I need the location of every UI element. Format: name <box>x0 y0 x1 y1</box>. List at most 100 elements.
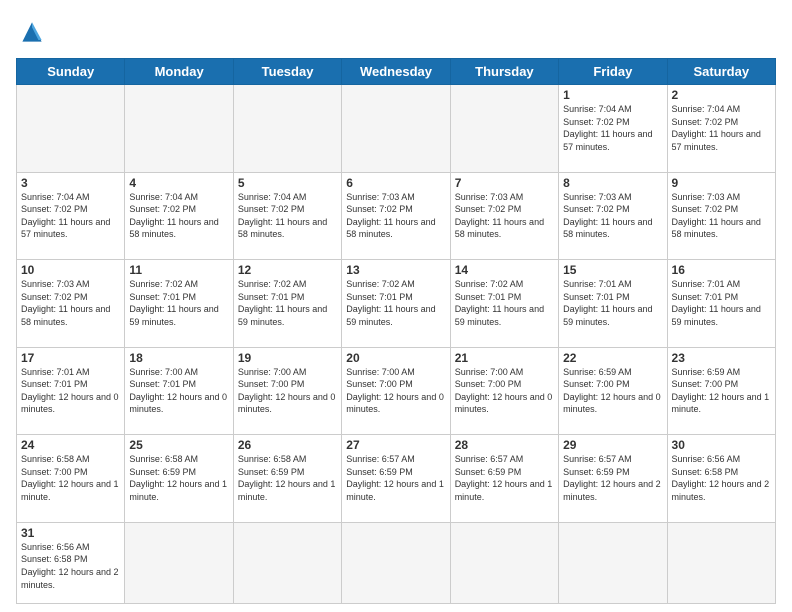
calendar-cell: 4Sunrise: 7:04 AM Sunset: 7:02 PM Daylig… <box>125 172 233 260</box>
calendar-cell <box>450 522 558 603</box>
weekday-header-tuesday: Tuesday <box>233 59 341 85</box>
calendar-cell <box>17 85 125 173</box>
calendar-cell: 14Sunrise: 7:02 AM Sunset: 7:01 PM Dayli… <box>450 260 558 348</box>
day-info: Sunrise: 7:03 AM Sunset: 7:02 PM Dayligh… <box>563 191 662 241</box>
day-number: 31 <box>21 526 120 540</box>
day-info: Sunrise: 7:03 AM Sunset: 7:02 PM Dayligh… <box>21 278 120 328</box>
day-number: 3 <box>21 176 120 190</box>
day-info: Sunrise: 7:02 AM Sunset: 7:01 PM Dayligh… <box>129 278 228 328</box>
calendar-cell: 24Sunrise: 6:58 AM Sunset: 7:00 PM Dayli… <box>17 435 125 523</box>
calendar-cell: 23Sunrise: 6:59 AM Sunset: 7:00 PM Dayli… <box>667 347 775 435</box>
day-info: Sunrise: 7:00 AM Sunset: 7:00 PM Dayligh… <box>346 366 445 416</box>
calendar-cell <box>233 85 341 173</box>
day-number: 19 <box>238 351 337 365</box>
day-info: Sunrise: 7:00 AM Sunset: 7:01 PM Dayligh… <box>129 366 228 416</box>
day-number: 24 <box>21 438 120 452</box>
day-number: 11 <box>129 263 228 277</box>
day-info: Sunrise: 7:03 AM Sunset: 7:02 PM Dayligh… <box>455 191 554 241</box>
calendar-cell: 11Sunrise: 7:02 AM Sunset: 7:01 PM Dayli… <box>125 260 233 348</box>
calendar-cell: 17Sunrise: 7:01 AM Sunset: 7:01 PM Dayli… <box>17 347 125 435</box>
calendar-cell: 3Sunrise: 7:04 AM Sunset: 7:02 PM Daylig… <box>17 172 125 260</box>
day-info: Sunrise: 6:57 AM Sunset: 6:59 PM Dayligh… <box>563 453 662 503</box>
calendar-cell: 21Sunrise: 7:00 AM Sunset: 7:00 PM Dayli… <box>450 347 558 435</box>
day-number: 18 <box>129 351 228 365</box>
calendar-cell: 27Sunrise: 6:57 AM Sunset: 6:59 PM Dayli… <box>342 435 450 523</box>
day-number: 20 <box>346 351 445 365</box>
calendar-cell <box>342 85 450 173</box>
day-number: 26 <box>238 438 337 452</box>
day-number: 5 <box>238 176 337 190</box>
day-number: 30 <box>672 438 771 452</box>
day-number: 23 <box>672 351 771 365</box>
day-info: Sunrise: 7:02 AM Sunset: 7:01 PM Dayligh… <box>346 278 445 328</box>
day-number: 28 <box>455 438 554 452</box>
calendar-cell: 13Sunrise: 7:02 AM Sunset: 7:01 PM Dayli… <box>342 260 450 348</box>
day-number: 4 <box>129 176 228 190</box>
calendar-cell: 31Sunrise: 6:56 AM Sunset: 6:58 PM Dayli… <box>17 522 125 603</box>
calendar-cell: 9Sunrise: 7:03 AM Sunset: 7:02 PM Daylig… <box>667 172 775 260</box>
calendar-table: SundayMondayTuesdayWednesdayThursdayFrid… <box>16 58 776 604</box>
calendar-cell: 15Sunrise: 7:01 AM Sunset: 7:01 PM Dayli… <box>559 260 667 348</box>
day-info: Sunrise: 6:58 AM Sunset: 6:59 PM Dayligh… <box>238 453 337 503</box>
day-number: 12 <box>238 263 337 277</box>
calendar-cell <box>667 522 775 603</box>
calendar-cell: 18Sunrise: 7:00 AM Sunset: 7:01 PM Dayli… <box>125 347 233 435</box>
day-info: Sunrise: 6:58 AM Sunset: 6:59 PM Dayligh… <box>129 453 228 503</box>
day-number: 14 <box>455 263 554 277</box>
day-number: 1 <box>563 88 662 102</box>
day-number: 6 <box>346 176 445 190</box>
calendar-cell <box>233 522 341 603</box>
day-info: Sunrise: 7:04 AM Sunset: 7:02 PM Dayligh… <box>672 103 771 153</box>
day-info: Sunrise: 6:59 AM Sunset: 7:00 PM Dayligh… <box>672 366 771 416</box>
day-number: 13 <box>346 263 445 277</box>
page: SundayMondayTuesdayWednesdayThursdayFrid… <box>0 0 792 612</box>
day-info: Sunrise: 7:01 AM Sunset: 7:01 PM Dayligh… <box>672 278 771 328</box>
day-info: Sunrise: 7:02 AM Sunset: 7:01 PM Dayligh… <box>238 278 337 328</box>
day-info: Sunrise: 7:04 AM Sunset: 7:02 PM Dayligh… <box>129 191 228 241</box>
day-info: Sunrise: 7:04 AM Sunset: 7:02 PM Dayligh… <box>238 191 337 241</box>
weekday-header-thursday: Thursday <box>450 59 558 85</box>
day-info: Sunrise: 6:56 AM Sunset: 6:58 PM Dayligh… <box>21 541 120 591</box>
day-number: 27 <box>346 438 445 452</box>
day-info: Sunrise: 7:03 AM Sunset: 7:02 PM Dayligh… <box>346 191 445 241</box>
weekday-header-sunday: Sunday <box>17 59 125 85</box>
day-info: Sunrise: 6:57 AM Sunset: 6:59 PM Dayligh… <box>346 453 445 503</box>
calendar-cell: 2Sunrise: 7:04 AM Sunset: 7:02 PM Daylig… <box>667 85 775 173</box>
logo <box>16 16 52 48</box>
day-number: 16 <box>672 263 771 277</box>
day-info: Sunrise: 7:00 AM Sunset: 7:00 PM Dayligh… <box>238 366 337 416</box>
calendar-cell <box>125 85 233 173</box>
calendar-cell: 8Sunrise: 7:03 AM Sunset: 7:02 PM Daylig… <box>559 172 667 260</box>
calendar-cell: 20Sunrise: 7:00 AM Sunset: 7:00 PM Dayli… <box>342 347 450 435</box>
generalblue-logo-icon <box>16 16 48 48</box>
calendar-cell: 30Sunrise: 6:56 AM Sunset: 6:58 PM Dayli… <box>667 435 775 523</box>
calendar-cell: 29Sunrise: 6:57 AM Sunset: 6:59 PM Dayli… <box>559 435 667 523</box>
calendar-cell: 28Sunrise: 6:57 AM Sunset: 6:59 PM Dayli… <box>450 435 558 523</box>
day-number: 10 <box>21 263 120 277</box>
calendar-cell: 25Sunrise: 6:58 AM Sunset: 6:59 PM Dayli… <box>125 435 233 523</box>
calendar-cell: 26Sunrise: 6:58 AM Sunset: 6:59 PM Dayli… <box>233 435 341 523</box>
day-info: Sunrise: 7:04 AM Sunset: 7:02 PM Dayligh… <box>21 191 120 241</box>
calendar-cell: 7Sunrise: 7:03 AM Sunset: 7:02 PM Daylig… <box>450 172 558 260</box>
weekday-header-wednesday: Wednesday <box>342 59 450 85</box>
weekday-header-friday: Friday <box>559 59 667 85</box>
calendar-cell <box>342 522 450 603</box>
calendar-cell: 19Sunrise: 7:00 AM Sunset: 7:00 PM Dayli… <box>233 347 341 435</box>
day-number: 17 <box>21 351 120 365</box>
calendar-cell: 6Sunrise: 7:03 AM Sunset: 7:02 PM Daylig… <box>342 172 450 260</box>
day-number: 9 <box>672 176 771 190</box>
day-number: 2 <box>672 88 771 102</box>
day-number: 29 <box>563 438 662 452</box>
day-info: Sunrise: 7:01 AM Sunset: 7:01 PM Dayligh… <box>563 278 662 328</box>
calendar-cell <box>450 85 558 173</box>
header <box>16 16 776 48</box>
calendar-cell: 5Sunrise: 7:04 AM Sunset: 7:02 PM Daylig… <box>233 172 341 260</box>
weekday-header-saturday: Saturday <box>667 59 775 85</box>
calendar-cell: 1Sunrise: 7:04 AM Sunset: 7:02 PM Daylig… <box>559 85 667 173</box>
day-info: Sunrise: 7:03 AM Sunset: 7:02 PM Dayligh… <box>672 191 771 241</box>
day-info: Sunrise: 6:59 AM Sunset: 7:00 PM Dayligh… <box>563 366 662 416</box>
day-number: 8 <box>563 176 662 190</box>
day-number: 22 <box>563 351 662 365</box>
calendar-cell <box>559 522 667 603</box>
day-info: Sunrise: 7:04 AM Sunset: 7:02 PM Dayligh… <box>563 103 662 153</box>
